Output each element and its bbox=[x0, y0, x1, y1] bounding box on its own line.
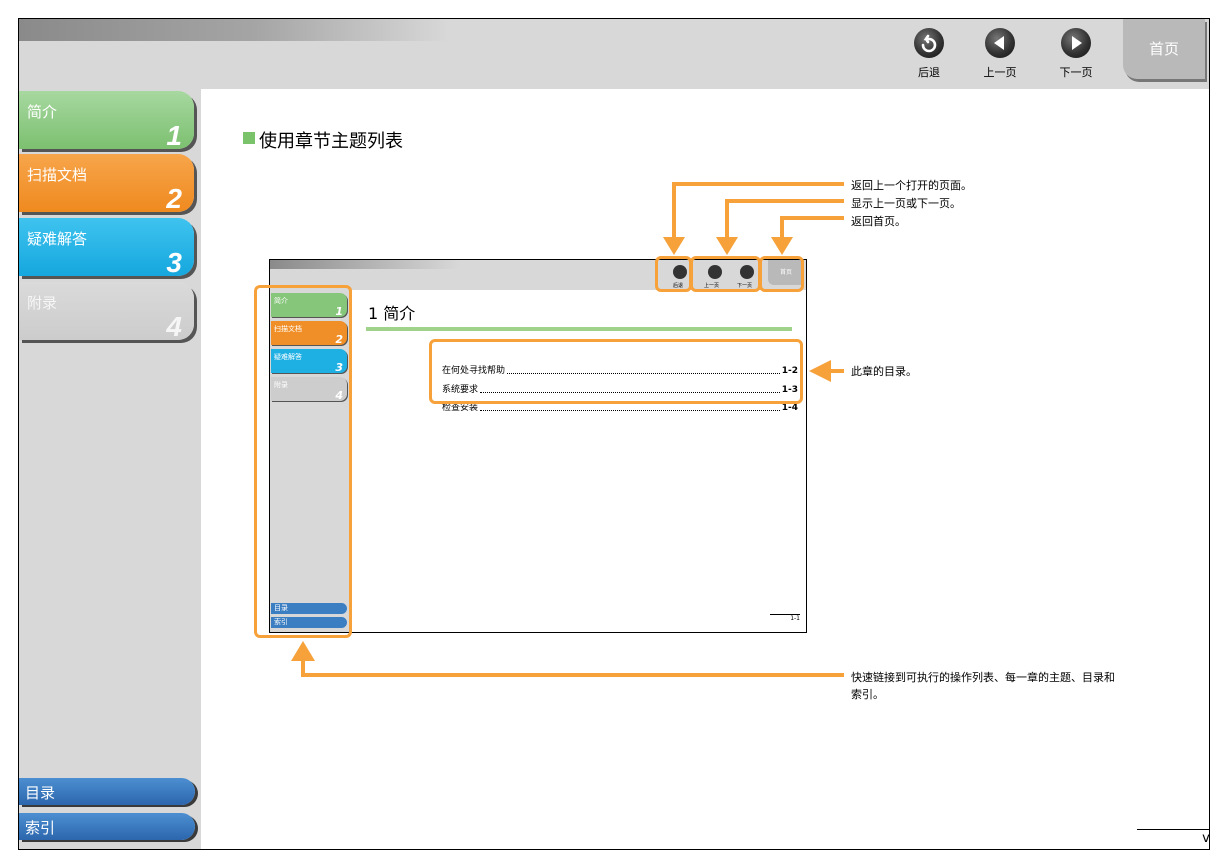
arrowhead-toc bbox=[809, 360, 831, 382]
annotation-prevnext: 显示上一页或下一页。 bbox=[851, 197, 961, 210]
arrow-quicklinks bbox=[301, 659, 844, 677]
manual-page: 后退 上一页 下一页 首页 简介 1 扫描文档 2 疑难解答 3 附录 4 目录 bbox=[18, 18, 1210, 850]
annotation-back: 返回上一个打开的页面。 bbox=[851, 179, 972, 192]
arrow-home bbox=[780, 216, 844, 239]
annotation-toc: 此章的目录。 bbox=[851, 365, 917, 378]
arrowhead-quicklinks bbox=[291, 641, 315, 661]
arrowhead-back bbox=[663, 237, 685, 255]
arrowhead-prevnext bbox=[716, 237, 738, 255]
arrow-back bbox=[672, 182, 844, 239]
annotation-home: 返回首页。 bbox=[851, 215, 906, 228]
callout-arrows bbox=[291, 182, 844, 677]
arrowhead-home bbox=[771, 237, 793, 255]
annotation-quicklinks-line2: 索引。 bbox=[851, 688, 884, 701]
annotation-quicklinks-line1: 快速链接到可执行的操作列表、每一章的主题、目录和 bbox=[851, 671, 1115, 684]
page-number: vii bbox=[1137, 829, 1209, 846]
